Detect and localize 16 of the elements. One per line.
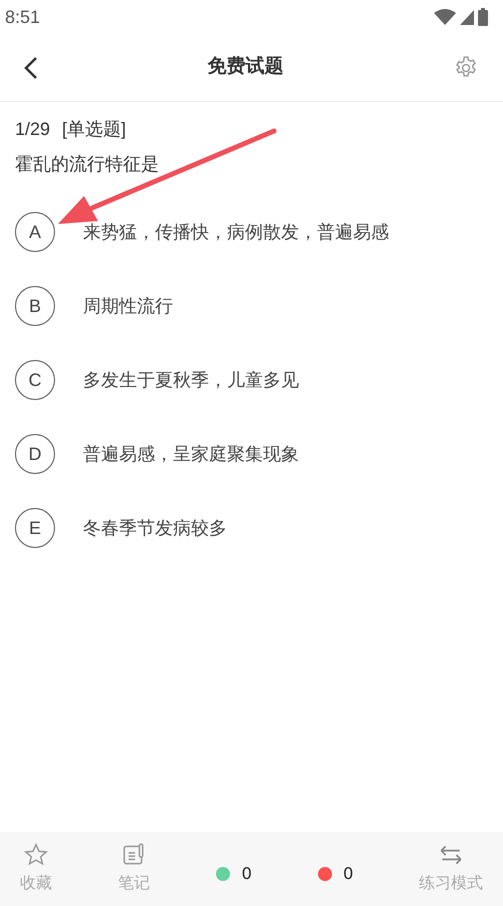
signal-icon [460,10,474,24]
back-icon[interactable] [24,56,38,78]
option-text[interactable]: 来势猛，传播快，病例散发，普遍易感 [83,218,389,246]
page-title: 免费试题 [208,55,284,80]
battery-icon [478,8,488,26]
option-text[interactable]: 周期性流行 [83,292,173,320]
option-text[interactable]: 冬春季节发病较多 [83,514,227,542]
count-text: 0 [242,863,252,886]
option-text[interactable]: 普遍易感，呈家庭聚集现象 [83,440,299,468]
option-text[interactable]: 多发生于夏秋季，儿童多见 [83,366,299,394]
wifi-icon [434,9,456,25]
question-type: [单选题] [62,118,126,141]
star-icon[interactable] [23,842,49,868]
count-text: 0 [344,863,353,886]
status-time: 8:51 [5,6,40,28]
question-text: 霍乱的流行特征是 [15,153,160,176]
